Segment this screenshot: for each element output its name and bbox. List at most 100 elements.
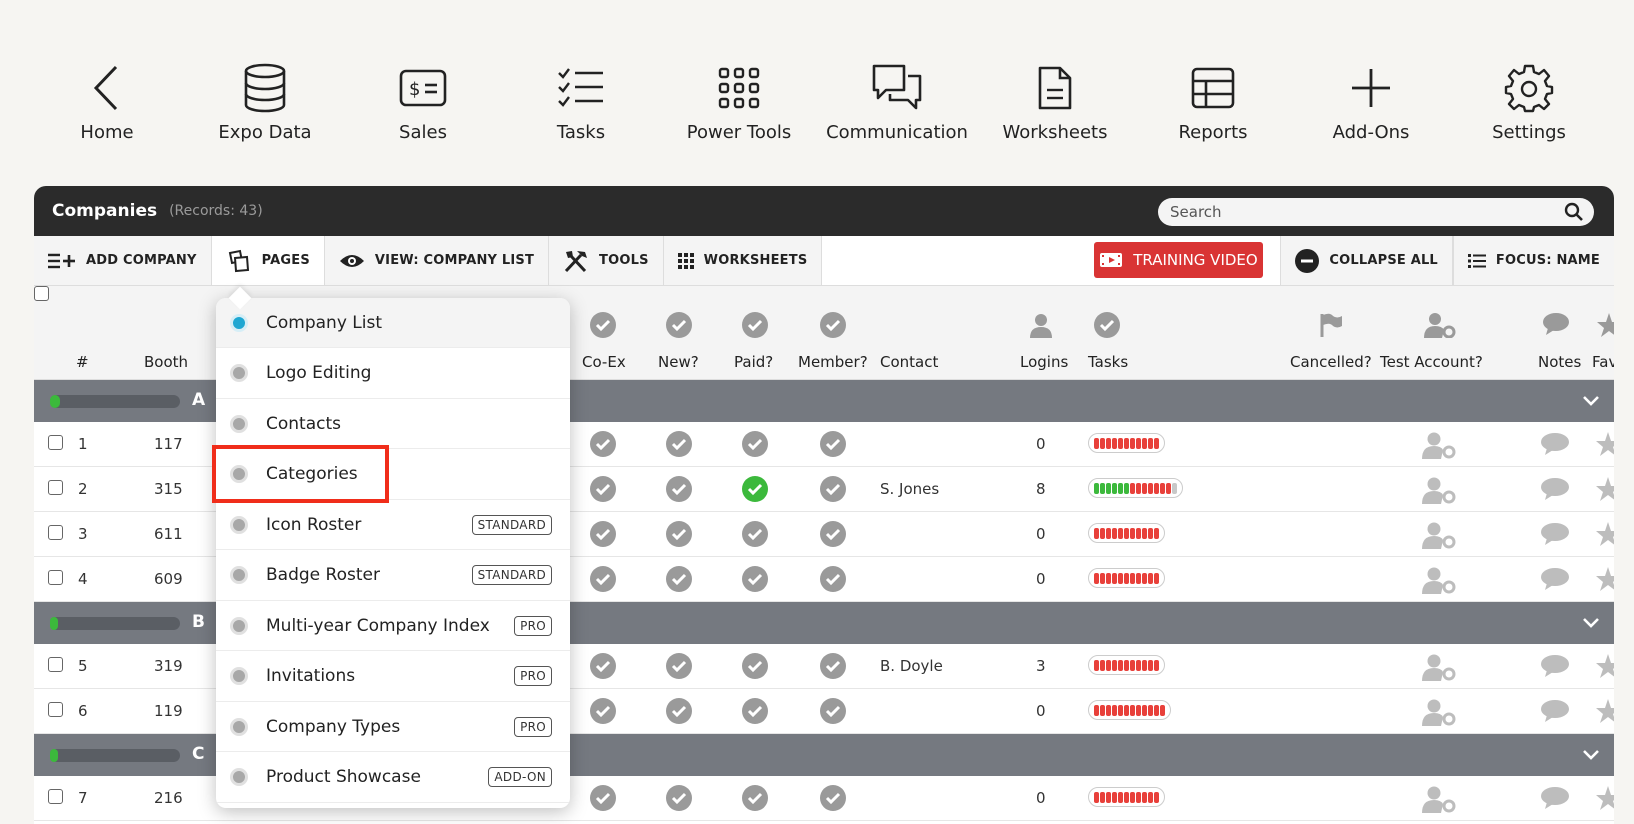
paid-check-icon[interactable] <box>742 431 768 461</box>
pages-menu-item[interactable]: Multi-year Company Index PRO <box>216 601 570 651</box>
pages-menu-item[interactable]: Categories <box>216 450 570 500</box>
user-gear-icon[interactable] <box>1422 521 1456 553</box>
search-input[interactable] <box>1170 203 1554 221</box>
row-checkbox[interactable] <box>48 480 63 495</box>
new-check-icon[interactable] <box>666 566 692 596</box>
new-check-icon[interactable] <box>666 698 692 728</box>
coex-check-icon[interactable] <box>590 566 616 596</box>
pages-menu-item[interactable]: Icon Roster STANDARD <box>216 500 570 550</box>
add-company-button[interactable]: ADD COMPANY <box>34 236 212 285</box>
member-check-icon[interactable] <box>820 521 846 551</box>
tools-button[interactable]: TOOLS <box>549 236 664 285</box>
row-checkbox[interactable] <box>48 435 63 450</box>
col-booth[interactable]: Booth <box>144 353 188 371</box>
select-all-checkbox[interactable] <box>34 286 49 301</box>
nav-settings[interactable]: Settings <box>1454 60 1604 143</box>
star-icon[interactable] <box>1595 431 1614 461</box>
row-checkbox[interactable] <box>48 657 63 672</box>
col-favs[interactable]: Favs <box>1592 353 1614 371</box>
nav-tasks[interactable]: Tasks <box>506 60 656 143</box>
row-checkbox[interactable] <box>48 789 63 804</box>
star-icon[interactable] <box>1595 476 1614 506</box>
member-check-icon[interactable] <box>820 785 846 815</box>
nav-communication[interactable]: Communication <box>822 60 972 143</box>
user-gear-icon[interactable] <box>1422 653 1456 685</box>
row-checkbox[interactable] <box>48 702 63 717</box>
star-icon[interactable] <box>1595 521 1614 551</box>
nav-expo-data[interactable]: Expo Data <box>190 60 340 143</box>
paid-check-icon[interactable] <box>742 521 768 551</box>
star-icon[interactable] <box>1595 698 1614 728</box>
nav-worksheets[interactable]: Worksheets <box>980 60 1130 143</box>
paid-check-icon[interactable] <box>742 476 768 506</box>
row-contact[interactable]: S. Jones <box>880 480 939 498</box>
nav-home[interactable]: Home <box>32 60 182 143</box>
user-gear-icon[interactable] <box>1422 476 1456 508</box>
task-progress[interactable] <box>1088 478 1183 498</box>
comment-icon[interactable] <box>1540 654 1570 682</box>
user-gear-icon[interactable] <box>1422 431 1456 463</box>
pages-menu-item[interactable]: Logo Editing <box>216 349 570 399</box>
focus-button[interactable]: FOCUS: NAME <box>1452 236 1614 285</box>
nav-power-tools[interactable]: Power Tools <box>664 60 814 143</box>
row-checkbox[interactable] <box>48 570 63 585</box>
member-check-icon[interactable] <box>820 653 846 683</box>
search-icon[interactable] <box>1554 198 1594 226</box>
chevron-down-icon[interactable] <box>1582 614 1600 633</box>
new-check-icon[interactable] <box>666 521 692 551</box>
pages-menu-item[interactable]: Contacts <box>216 399 570 449</box>
member-check-icon[interactable] <box>820 698 846 728</box>
new-check-icon[interactable] <box>666 785 692 815</box>
view-button[interactable]: VIEW: COMPANY LIST <box>325 236 550 285</box>
col-tasks[interactable]: Tasks <box>1088 353 1128 371</box>
comment-icon[interactable] <box>1540 432 1570 460</box>
chevron-down-icon[interactable] <box>1582 746 1600 765</box>
task-progress[interactable] <box>1088 433 1165 453</box>
user-gear-icon[interactable] <box>1422 785 1456 817</box>
task-progress[interactable] <box>1088 568 1165 588</box>
row-checkbox[interactable] <box>48 525 63 540</box>
comment-icon[interactable] <box>1540 786 1570 814</box>
nav-add-ons[interactable]: Add-Ons <box>1296 60 1446 143</box>
comment-icon[interactable] <box>1540 522 1570 550</box>
coex-check-icon[interactable] <box>590 521 616 551</box>
col-paid[interactable]: Paid? <box>734 353 773 371</box>
user-gear-icon[interactable] <box>1422 566 1456 598</box>
training-video-button[interactable]: TRAINING VIDEO <box>1094 242 1263 278</box>
worksheets-button[interactable]: WORKSHEETS <box>664 236 823 285</box>
paid-check-icon[interactable] <box>742 653 768 683</box>
star-icon[interactable] <box>1595 785 1614 815</box>
nav-reports[interactable]: Reports <box>1138 60 1288 143</box>
task-progress[interactable] <box>1088 787 1165 807</box>
collapse-all-button[interactable]: COLLAPSE ALL <box>1280 236 1453 285</box>
coex-check-icon[interactable] <box>590 431 616 461</box>
pages-menu-item[interactable]: Badge Roster STANDARD <box>216 551 570 601</box>
pages-menu-item[interactable]: Company Types PRO <box>216 702 570 752</box>
pages-menu-item[interactable]: Product Showcase ADD-ON <box>216 753 570 803</box>
coex-check-icon[interactable] <box>590 476 616 506</box>
new-check-icon[interactable] <box>666 653 692 683</box>
row-contact[interactable]: B. Doyle <box>880 657 943 675</box>
pages-menu-item[interactable]: Invitations PRO <box>216 652 570 702</box>
comment-icon[interactable] <box>1540 567 1570 595</box>
col-logins[interactable]: Logins <box>1020 353 1068 371</box>
comment-icon[interactable] <box>1540 699 1570 727</box>
pages-button[interactable]: PAGES <box>211 236 325 285</box>
new-check-icon[interactable] <box>666 476 692 506</box>
coex-check-icon[interactable] <box>590 785 616 815</box>
task-progress[interactable] <box>1088 655 1165 675</box>
member-check-icon[interactable] <box>820 431 846 461</box>
task-progress[interactable] <box>1088 523 1165 543</box>
task-progress[interactable] <box>1088 700 1171 720</box>
coex-check-icon[interactable] <box>590 653 616 683</box>
paid-check-icon[interactable] <box>742 566 768 596</box>
user-gear-icon[interactable] <box>1422 698 1456 730</box>
col-test-account[interactable]: Test Account? <box>1380 353 1483 371</box>
col-coex[interactable]: Co-Ex <box>582 353 626 371</box>
col-notes[interactable]: Notes <box>1538 353 1581 371</box>
col-contact[interactable]: Contact <box>880 353 938 371</box>
pages-menu-item[interactable]: Company List <box>216 298 570 348</box>
paid-check-icon[interactable] <box>742 698 768 728</box>
star-icon[interactable] <box>1595 653 1614 683</box>
chevron-down-icon[interactable] <box>1582 392 1600 411</box>
